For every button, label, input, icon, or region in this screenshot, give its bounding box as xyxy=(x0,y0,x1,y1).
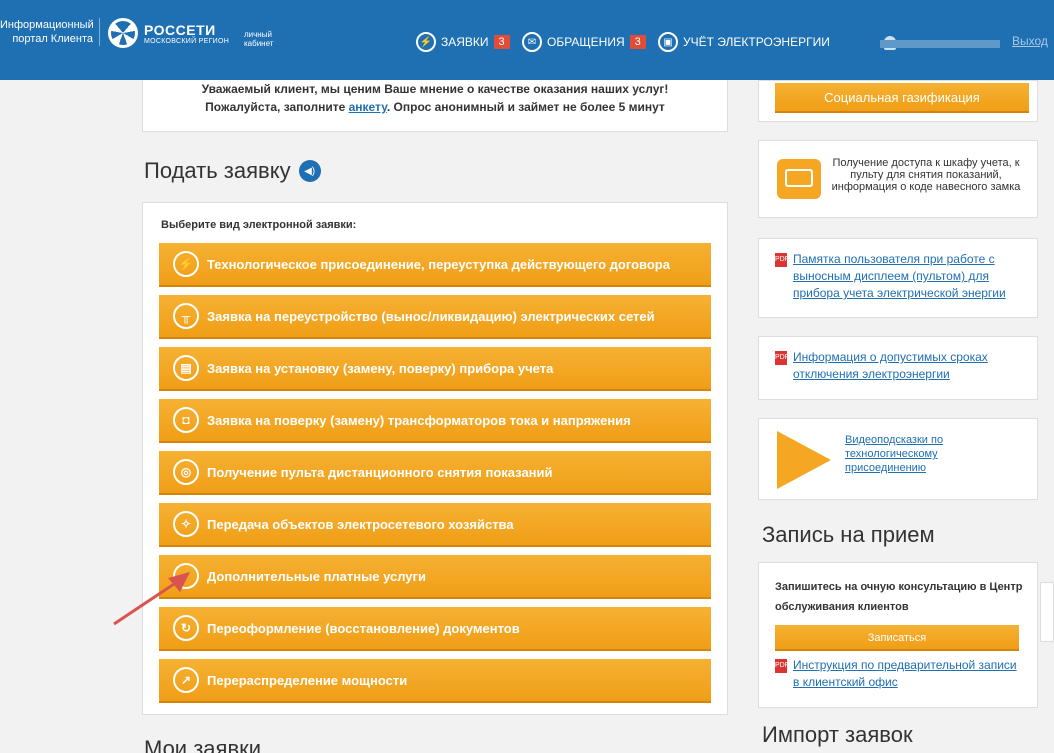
appeals-count-badge: 3 xyxy=(629,35,646,49)
meter-icon: ▤ xyxy=(173,355,199,381)
request-tech-connection-button[interactable]: ⚡ Технологическое присоединение, переуст… xyxy=(159,243,711,287)
my-requests-title: Мои заявки xyxy=(144,736,262,753)
nav-metering[interactable]: ▣ УЧЁТ ЭЛЕКТРОЭНЕРГИИ xyxy=(658,32,830,52)
appointment-title: Запись на прием xyxy=(762,522,935,547)
memo-box: PDF Памятка пользователя при работе с вы… xyxy=(758,238,1038,318)
pdf-icon: PDF xyxy=(775,351,789,365)
lightning-icon: ⚡ xyxy=(173,251,199,277)
appointment-button[interactable]: Записаться xyxy=(775,625,1019,651)
power-pole-icon: ╥ xyxy=(173,303,199,329)
submit-request-title: Подать заявку ◀) xyxy=(144,158,321,184)
pdf-icon: PDF xyxy=(775,253,789,267)
request-remote-display-button[interactable]: ◎ Получение пульта дистанционного снятия… xyxy=(159,451,711,495)
request-document-reissue-button[interactable]: ↻ Переоформление (восстановление) докуме… xyxy=(159,607,711,651)
red-pointer-arrow-icon xyxy=(113,572,190,626)
request-power-redistribution-button[interactable]: ↗ Перераспределение мощности xyxy=(159,659,711,703)
social-gasification-button[interactable]: Социальная газификация xyxy=(775,83,1029,113)
brand-subtitle: МОСКОВСКИЙ РЕГИОН xyxy=(144,37,230,45)
top-bar: Информационный портал Клиента РОССЕТИ МО… xyxy=(0,0,1054,80)
transformer-icon: ◘ xyxy=(173,407,199,433)
play-icon xyxy=(777,431,831,489)
request-transformer-check-button[interactable]: ◘ Заявка на поверку (замену) трансформат… xyxy=(159,399,711,443)
cabinet-key-icon xyxy=(777,159,821,199)
request-types-panel: Выберите вид электронной заявки: ⚡ Техно… xyxy=(142,202,728,715)
appointment-doc-link[interactable]: PDF Инструкция по предварительной записи… xyxy=(775,657,1025,691)
user-name-redacted[interactable] xyxy=(880,40,1000,48)
appointment-box: Запишитесь на очную консультацию в Центр… xyxy=(758,562,1038,708)
cabinet-access-text: Получение доступа к шкафу учета, к пульт… xyxy=(831,157,1021,193)
nav-requests[interactable]: ⚡ ЗАЯВКИ 3 xyxy=(416,32,510,52)
video-hints-box[interactable]: Видеоподсказки по технологическому присо… xyxy=(758,418,1038,500)
pdf-icon: PDF xyxy=(775,659,789,673)
rosseti-logo-icon xyxy=(108,18,138,48)
outage-doc-link[interactable]: PDF Информация о допустимых сроках отклю… xyxy=(775,349,1025,383)
lightning-icon: ⚡ xyxy=(416,32,436,52)
audio-help-icon[interactable]: ◀) xyxy=(298,160,321,182)
request-types-caption: Выберите вид электронной заявки: xyxy=(161,219,357,231)
appointment-text: Запишитесь на очную консультацию в Центр… xyxy=(775,581,1023,613)
outage-box: PDF Информация о допустимых сроках отклю… xyxy=(758,336,1038,400)
cabinet-access-box[interactable]: Получение доступа к шкафу учета, к пульт… xyxy=(758,140,1038,218)
meter-icon: ▣ xyxy=(658,32,678,52)
video-hints-link[interactable]: Видеоподсказки по технологическому присо… xyxy=(845,433,985,475)
gasification-box: Социальная газификация xyxy=(758,80,1038,122)
rosseti-logo[interactable]: РОССЕТИ МОСКОВСКИЙ РЕГИОН xyxy=(108,18,229,48)
portal-label: Информационный портал Клиента xyxy=(0,18,100,46)
survey-link[interactable]: анкету xyxy=(349,100,387,114)
request-network-relocation-button[interactable]: ╥ Заявка на переустройство (вынос/ликвид… xyxy=(159,295,711,339)
nav-appeals[interactable]: ✉ ОБРАЩЕНИЯ 3 xyxy=(522,32,646,52)
personal-cabinet-label: личный кабинет xyxy=(244,30,274,48)
remote-signal-icon: ◎ xyxy=(173,459,199,485)
survey-notice: Уважаемый клиент, мы ценим Ваше мнение о… xyxy=(142,80,728,132)
requests-count-badge: 3 xyxy=(493,35,510,49)
mail-icon: ✉ xyxy=(522,32,542,52)
brand-name: РОССЕТИ xyxy=(144,21,216,38)
request-grid-transfer-button[interactable]: ✧ Передача объектов электросетевого хозя… xyxy=(159,503,711,547)
request-meter-install-button[interactable]: ▤ Заявка на установку (замену, поверку) … xyxy=(159,347,711,391)
gauge-icon: ↗ xyxy=(173,667,199,693)
memo-doc-link[interactable]: PDF Памятка пользователя при работе с вы… xyxy=(775,251,1025,302)
side-widget-edge[interactable] xyxy=(1040,582,1054,642)
transfer-icon: ✧ xyxy=(173,511,199,537)
import-requests-title: Импорт заявок xyxy=(762,722,913,747)
logout-link[interactable]: Выход xyxy=(1012,34,1048,48)
request-paid-services-button[interactable]: Дополнительные платные услуги xyxy=(159,555,711,599)
